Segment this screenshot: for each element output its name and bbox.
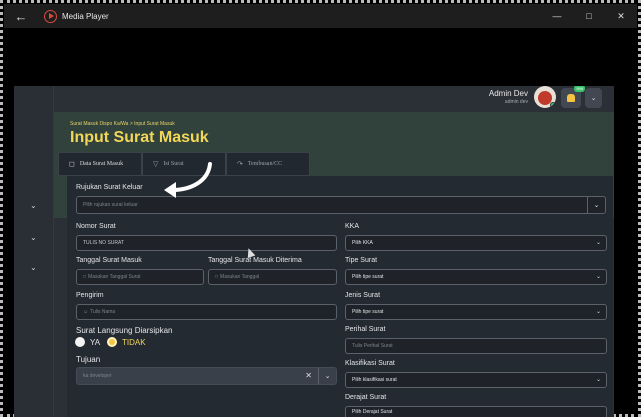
derajat-value: Pilih Derajat Surat [352, 409, 393, 415]
tanggal-placeholder: Masukan Tanggal Surat [88, 274, 141, 280]
chevron-down-icon: ⌄ [595, 240, 601, 246]
window-controls: — □ ✕ [541, 4, 637, 28]
diterima-placeholder: Masukan Tanggal [220, 274, 260, 280]
tipe-label: Tipe Surat [345, 257, 378, 264]
derajat-label: Derajat Surat [345, 394, 387, 401]
chevron-down-icon: ⌄ [595, 274, 601, 280]
chevron-down-icon: ⌄ [590, 95, 597, 102]
tab-data-surat-masuk[interactable]: ◻ Data Surat Masuk [58, 152, 142, 176]
user-name: Admin Dev [488, 89, 528, 98]
back-arrow-icon[interactable]: ← [4, 4, 38, 28]
rujukan-select[interactable]: Pilih rujukan surat keluar ⌄ [76, 196, 606, 214]
top-bar: Admin Dev admin dev 999 ⌄ [54, 86, 614, 112]
calendar-icon: □ [215, 274, 219, 280]
kka-select[interactable]: Pilih KKA ⌄ [345, 235, 607, 251]
pengirim-input[interactable]: ☺ Tulis Nama [76, 304, 337, 320]
share-icon: ↷ [237, 160, 243, 168]
tujuan-label: Tujuan [76, 355, 101, 364]
gear-icon: ▽ [153, 160, 159, 168]
derajat-select[interactable]: Pilih Derajat Surat [345, 406, 607, 417]
diterima-input[interactable]: □ Masukan Tanggal [208, 269, 337, 285]
radio-tidak[interactable] [107, 337, 117, 347]
notification-button[interactable]: 999 [561, 86, 585, 108]
chevron-down-icon: ⌄ [595, 377, 601, 383]
user-menu-button[interactable]: ⌄ [585, 88, 602, 108]
app-play-icon [44, 9, 57, 23]
chevron-down-icon[interactable]: ⌄ [30, 233, 40, 243]
close-button[interactable]: ✕ [605, 4, 637, 28]
radio-ya-label: YA [90, 338, 101, 347]
window-title: Media Player [62, 11, 109, 21]
rujukan-label: Rujukan Surat Keluar [76, 184, 143, 191]
kka-label: KKA [345, 223, 360, 230]
user-role: admin dev [504, 99, 528, 105]
pengirim-label: Pengirim [76, 292, 104, 299]
klasifikasi-label: Klasifikasi Surat [345, 360, 395, 367]
chevron-down-icon[interactable]: ⌄ [30, 263, 40, 273]
rujukan-placeholder: Pilih rujukan surat keluar [83, 202, 138, 208]
notification-badge: 999 [574, 86, 585, 92]
online-status-icon [550, 102, 556, 108]
tujuan-select[interactable]: ka developer ✕ ⌄ [76, 367, 337, 385]
nomor-input[interactable]: TULIS NO SURAT [76, 235, 337, 251]
tab-label: Data Surat Masuk [79, 161, 124, 167]
jenis-label: Jenis Surat [345, 292, 381, 299]
chevron-down-icon[interactable]: ⌄ [318, 368, 336, 384]
perihal-label: Perihal Surat [345, 326, 386, 333]
radio-tidak-label: TIDAK [122, 338, 146, 347]
tab-tembusan-cc[interactable]: ↷ Tembusan/CC [226, 152, 310, 176]
window-titlebar: ← Media Player — □ ✕ [4, 4, 637, 28]
diterima-label: Tanggal Surat Masuk Diterima [208, 257, 302, 264]
breadcrumb: Surat Masuk Dispo Ka/Wa > Input Surat Ma… [70, 121, 175, 127]
kka-value: Pilih KKA [352, 240, 373, 246]
chevron-down-icon[interactable]: ⌄ [30, 201, 40, 211]
left-sidebar: ⌄ ⌄ ⌄ [14, 86, 54, 417]
user-icon: ☺ [83, 309, 89, 315]
tipe-value: Pilih tipe surat [352, 274, 384, 280]
nomor-value: TULIS NO SURAT [83, 240, 125, 246]
tipe-select[interactable]: Pilih tipe surat ⌄ [345, 269, 607, 285]
tujuan-value: ka developer [83, 373, 112, 379]
jenis-select[interactable]: Pilih tipe surat ⌄ [345, 304, 607, 320]
document-icon: ◻ [69, 160, 75, 168]
pengirim-placeholder: Tulis Nama [90, 309, 116, 315]
chevron-down-icon[interactable]: ⌄ [587, 197, 605, 213]
tanggal-input[interactable]: □ Masukan Tanggal Surat [76, 269, 204, 285]
maximize-button[interactable]: □ [573, 4, 605, 28]
calendar-icon: □ [83, 274, 87, 280]
clear-icon[interactable]: ✕ [305, 371, 312, 380]
avatar[interactable] [534, 86, 556, 108]
perihal-input[interactable]: Tulis Perihal Surat [345, 338, 607, 354]
tanggal-label: Tanggal Surat Masuk [76, 257, 142, 264]
klasifikasi-select[interactable]: Pilih klasifikasi surat ⌄ [345, 372, 607, 388]
perihal-placeholder: Tulis Perihal Surat [352, 343, 393, 349]
bell-icon [567, 94, 575, 102]
arsip-label: Surat Langsung Diarsipkan [76, 326, 173, 335]
jenis-value: Pilih tipe surat [352, 309, 384, 315]
tab-label: Tembusan/CC [247, 161, 283, 167]
nomor-label: Nomor Surat [76, 223, 116, 230]
page-title: Input Surat Masuk [70, 129, 209, 146]
radio-ya[interactable] [75, 337, 85, 347]
chevron-down-icon: ⌄ [595, 309, 601, 315]
klasifikasi-value: Pilih klasifikasi surat [352, 377, 397, 383]
minimize-button[interactable]: — [541, 4, 573, 28]
annotation-arrow-icon [164, 162, 212, 198]
